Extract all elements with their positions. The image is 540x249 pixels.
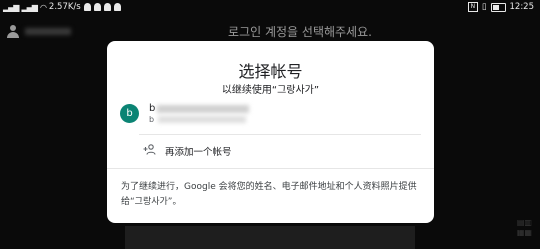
consent-text: 为了继续进行，Google 会将您的姓名、电子邮件地址和个人资料照片提供给“그랑… [121,182,417,207]
status-left: ▂▄▆ ▂▄▆ ◠ 2.57K/s [3,2,121,12]
battery-icon [490,2,506,12]
nfc-icon: N [467,2,478,12]
redacted-account-name [157,105,249,113]
redacted-account-email [158,116,246,123]
signal-icon: ▂▄▆ [3,2,20,12]
account-email: b [149,115,155,124]
app-notification-icon [103,3,111,11]
divider [139,134,421,135]
vibrate-icon: ▯ [481,2,487,12]
background-title: 로그인 계정을 선택해주세요. [228,25,372,39]
background-header: 로그인 계정을 선택해주세요. [0,22,540,42]
add-account-label: 再添加一个帐号 [165,147,232,158]
divider [107,168,434,169]
status-right: N ▯ 12:25 [467,2,535,12]
app-notification-icon [93,3,101,11]
clock: 12:25 [509,2,535,12]
background-button [125,226,415,249]
account-item[interactable]: b b b [107,98,434,134]
dialog-title: 选择帐号 [238,62,303,81]
dialog-subtitle: 以继续使用“그랑사가” [221,85,320,96]
app-notification-icon [113,3,121,11]
background-logo: ▤▥ ▦▦ [516,218,532,237]
wifi-icon: ◠ [39,2,47,12]
signal-icon: ▂▄▆ [21,2,38,12]
screen: ▂▄▆ ▂▄▆ ◠ 2.57K/s N ▯ 12:25 로그인 계정을 선택해주… [0,0,540,249]
add-account-button[interactable]: 再添加一个帐号 [135,141,421,161]
account-name: b [149,103,156,114]
avatar: b [120,104,139,123]
app-notification-icon [83,3,91,11]
account-chooser-dialog: 选择帐号 以继续使用“그랑사가” b b b 再添加一个帐号 为了继续进行，Go… [107,41,434,223]
network-speed: 2.57K/s [48,2,81,12]
add-person-icon [143,144,156,155]
status-bar: ▂▄▆ ▂▄▆ ◠ 2.57K/s N ▯ 12:25 [0,0,540,17]
